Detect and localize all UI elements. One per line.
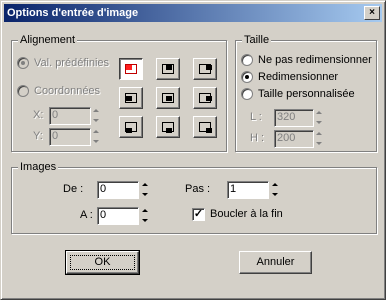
custom-size-label: Taille personnalisée [258,88,355,100]
custom-size-radio[interactable] [241,88,253,100]
align-middle-left-icon [125,93,137,103]
loop-checkbox-label: Boucler à la fin [210,208,283,220]
coordinates-radio[interactable] [17,85,29,97]
align-bottom-left-icon [125,122,137,133]
align-top-center-button[interactable] [156,58,180,80]
resize-label: Redimensionner [258,71,339,83]
close-icon[interactable]: × [364,6,380,20]
align-top-right-button[interactable] [193,58,217,80]
align-top-left-icon [125,64,137,74]
window-title: Options d'entrée d'image [7,7,139,19]
align-bottom-center-button[interactable] [156,116,180,138]
height-input[interactable]: 200 [274,130,314,148]
images-group: Images [11,161,377,234]
align-bottom-center-icon [162,122,174,133]
no-resize-label: Ne pas redimensionner [258,54,372,66]
height-spinner[interactable] [315,130,323,148]
align-center-button[interactable] [156,87,180,109]
loop-checkbox[interactable]: ✓ [192,208,205,221]
presets-radio[interactable] [17,57,29,69]
align-center-icon [162,93,174,103]
width-spinner[interactable] [315,109,323,127]
align-middle-right-icon [199,93,212,103]
to-spinner[interactable] [141,207,149,225]
from-label: De : [63,183,84,195]
align-bottom-right-button[interactable] [193,116,217,138]
align-top-center-icon [162,64,174,74]
align-top-left-button[interactable] [119,58,143,80]
dialog-window: Options d'entrée d'image × Alignement Va… [0,0,386,300]
step-label: Pas : [185,183,211,195]
no-resize-radio[interactable] [241,54,253,66]
align-bottom-right-icon [199,122,212,133]
to-input[interactable]: 0 [97,207,139,225]
x-input[interactable]: 0 [49,107,91,125]
resize-radio[interactable] [241,71,253,83]
cancel-button-label: Annuler [256,256,295,268]
to-label: A : [80,209,93,221]
step-spinner[interactable] [271,181,279,199]
width-label: L : [250,111,262,123]
height-label: H : [250,132,265,144]
images-group-label: Images [18,161,59,173]
coordinates-radio-label: Coordonnées [34,85,101,97]
from-input[interactable]: 0 [97,181,139,199]
title-bar[interactable]: Options d'entrée d'image × [4,4,382,22]
presets-radio-label: Val. prédéfinies [34,57,110,69]
x-spinner[interactable] [92,107,100,125]
align-top-right-icon [199,64,212,74]
alignment-group-label: Alignement [18,34,78,46]
y-label: Y: [33,130,43,142]
align-middle-right-button[interactable] [193,87,217,109]
x-label: X: [33,109,44,121]
size-group-label: Taille [242,34,272,46]
step-input[interactable]: 1 [227,181,269,199]
width-input[interactable]: 320 [274,109,314,127]
align-bottom-left-button[interactable] [119,116,143,138]
ok-button[interactable]: OK [65,250,140,275]
y-spinner[interactable] [92,128,100,146]
cancel-button[interactable]: Annuler [239,251,312,274]
y-input[interactable]: 0 [49,128,91,146]
from-spinner[interactable] [141,181,149,199]
align-middle-left-button[interactable] [119,87,143,109]
